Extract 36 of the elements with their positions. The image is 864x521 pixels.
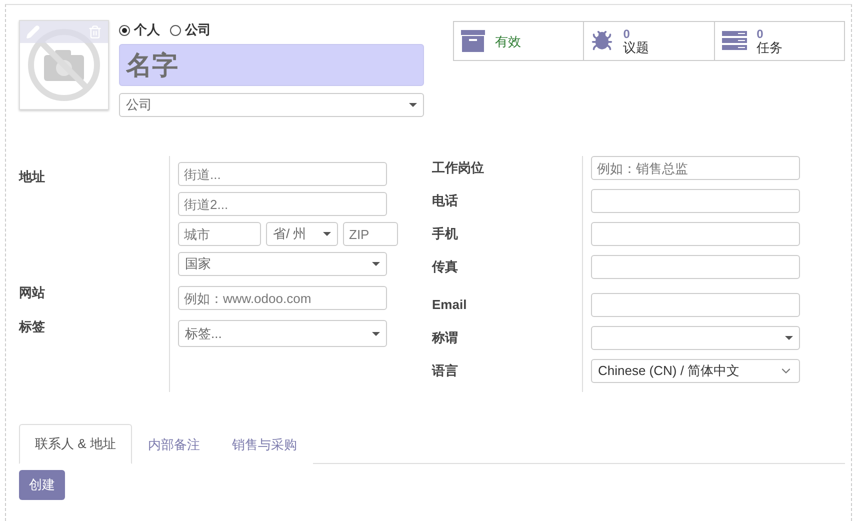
select-field[interactable] — [591, 326, 800, 350]
field-label: 标签 — [19, 318, 46, 336]
zip-field[interactable]: ZIP — [343, 222, 398, 246]
city-field[interactable]: 城市 — [178, 222, 261, 246]
text-field[interactable] — [591, 255, 800, 279]
field-label: 称谓 — [432, 329, 459, 347]
field-label: 工作岗位 — [432, 159, 485, 177]
field-label: 手机 — [432, 225, 459, 243]
create-button[interactable]: 创建 — [19, 470, 65, 500]
archive-box-icon — [460, 30, 485, 52]
text-field[interactable] — [591, 189, 800, 213]
edit-icon[interactable] — [26, 25, 40, 39]
type-radio[interactable]: 公司 — [170, 21, 211, 39]
state-select[interactable]: 省/ 州 — [266, 222, 338, 246]
tasks-icon — [722, 31, 747, 51]
company-select[interactable]: 公司 — [118, 93, 424, 117]
field-label: 电话 — [432, 192, 459, 210]
country-select[interactable]: 国家 — [178, 252, 387, 276]
field-label: 地址 — [19, 168, 46, 186]
field-label: 网站 — [19, 284, 46, 302]
tags-select[interactable]: 标签... — [178, 320, 387, 347]
street2-field[interactable]: 街道2... — [178, 192, 387, 216]
field-label: 语言 — [432, 362, 459, 380]
type-radio[interactable]: 个人 — [118, 21, 160, 39]
text-field[interactable]: 例如：销售总监 — [591, 156, 800, 180]
tab[interactable]: 联系人 & 地址 — [19, 424, 132, 464]
language-select[interactable]: Chinese (CN) / 简体中文 — [591, 359, 800, 383]
avatar-placeholder[interactable] — [19, 20, 109, 110]
street-field[interactable]: 街道... — [178, 162, 387, 186]
website-field[interactable]: 例如：www.odoo.com — [178, 286, 387, 310]
trash-icon[interactable] — [88, 25, 102, 39]
text-field[interactable] — [591, 222, 800, 246]
field-label: Email — [432, 296, 468, 314]
field-label: 传真 — [432, 258, 459, 276]
text-field[interactable] — [591, 293, 800, 317]
bug-icon — [591, 30, 614, 52]
